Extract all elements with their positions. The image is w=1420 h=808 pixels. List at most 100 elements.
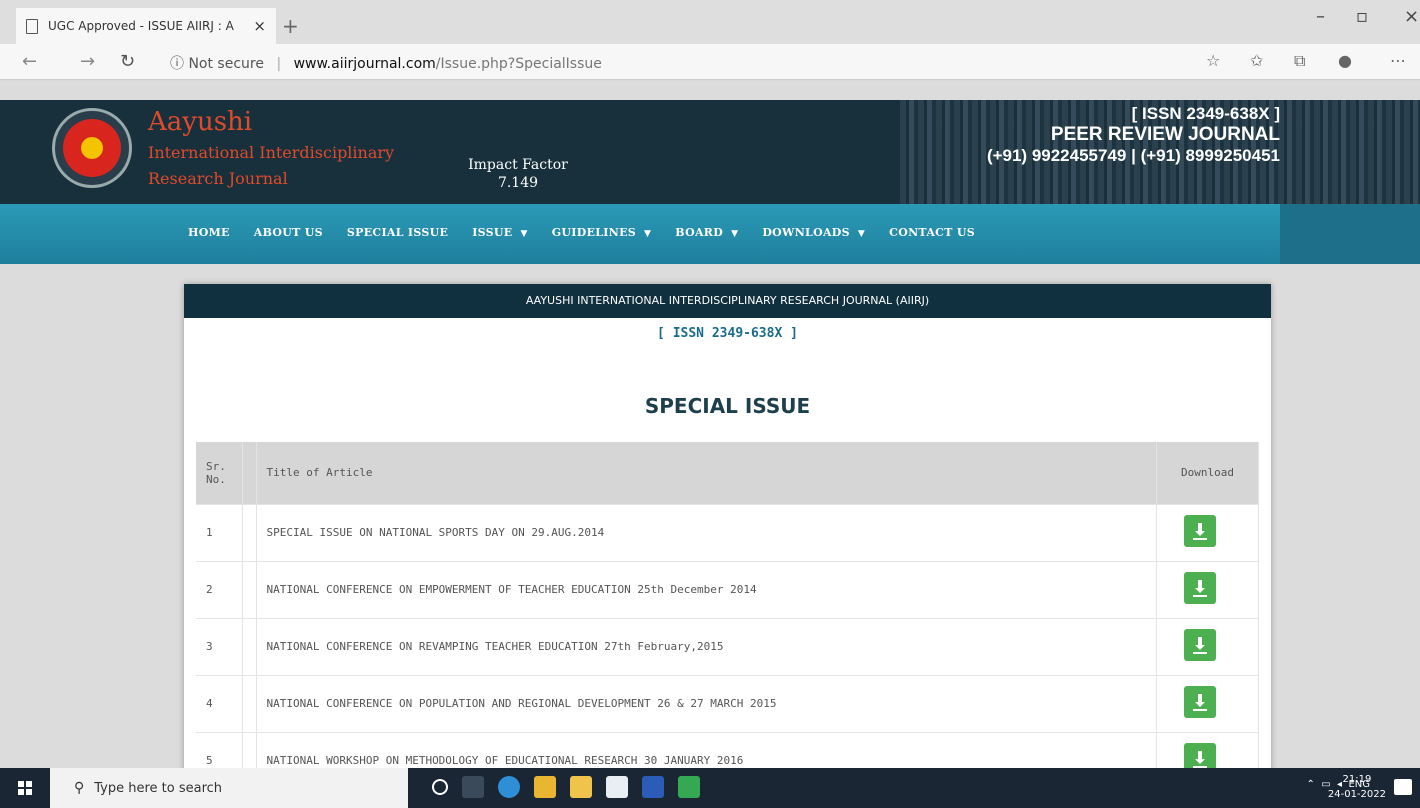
nav-guidelines-label: GUIDELINES (551, 226, 637, 239)
nav-board-label: BOARD (675, 226, 724, 239)
url-host: www.aiirjournal.com (293, 56, 436, 72)
row-download-cell (1156, 560, 1259, 618)
taskbar-search[interactable]: ⚲ Type here to search (50, 768, 408, 808)
task-view-icon[interactable] (462, 776, 484, 798)
nav-special-issue[interactable]: SPECIAL ISSUE (347, 226, 448, 239)
journal-name-bar: AAYUSHI INTERNATIONAL INTERDISCIPLINARY … (184, 284, 1271, 318)
table-row: 5 NATIONAL WORKSHOP ON METHODOLOGY OF ED… (196, 731, 1259, 768)
file-explorer-icon[interactable] (534, 776, 556, 798)
security-label: Not secure (188, 56, 264, 72)
tab-close-button[interactable]: × (253, 17, 266, 35)
row-title: NATIONAL WORKSHOP ON METHODOLOGY OF EDUC… (256, 731, 1157, 768)
tray-chevron-icon[interactable]: ⌃ (1306, 779, 1314, 790)
row-title: NATIONAL CONFERENCE ON EMPOWERMENT OF TE… (256, 560, 1157, 618)
nav-downloads-label: DOWNLOADS (762, 226, 850, 239)
mail-icon[interactable] (606, 776, 628, 798)
row-download-cell (1156, 674, 1259, 732)
new-tab-button[interactable]: + (282, 14, 299, 38)
taskbar-apps (432, 776, 714, 798)
search-icon: ⚲ (74, 780, 85, 796)
favorite-star-icon[interactable]: ☆ (1206, 51, 1220, 70)
header-info: [ ISSN 2349-638X ] PEER REVIEW JOURNAL (… (987, 104, 1280, 166)
clock-date: 24-01-2022 (1327, 789, 1386, 800)
minimize-icon[interactable]: – (1316, 6, 1325, 27)
col-header-download: Download (1156, 442, 1259, 504)
impact-factor-label: Impact Factor (468, 157, 568, 173)
content-issn: [ ISSN 2349-638X ] (657, 326, 798, 341)
windows-start-icon[interactable] (18, 781, 32, 795)
table-row: 2 NATIONAL CONFERENCE ON EMPOWERMENT OF … (196, 560, 1259, 618)
row-title: SPECIAL ISSUE ON NATIONAL SPORTS DAY ON … (256, 503, 1157, 561)
col-header-no: Sr. No. (196, 442, 243, 504)
web-page: Aayushi International Interdisciplinary … (0, 81, 1420, 768)
url-field[interactable]: ⓘ Not secure | www.aiirjournal.com/Issue… (170, 53, 602, 73)
nav-special-issue-label: SPECIAL ISSUE (346, 226, 449, 239)
nav-downloads[interactable]: DOWNLOADS ▼ (762, 226, 865, 239)
download-icon[interactable] (1183, 629, 1216, 661)
taskbar-clock[interactable]: 21:19 24-01-2022 (1328, 772, 1386, 802)
nav-guidelines[interactable]: GUIDELINES ▼ (552, 226, 652, 239)
row-download-cell (1156, 731, 1259, 768)
caret-down-icon: ▼ (520, 229, 528, 239)
row-no: 4 (196, 674, 243, 732)
notifications-icon[interactable] (1394, 779, 1412, 795)
browser-tab-strip: UGC Approved - ISSUE AIIRJ : A × + – ▫ × (0, 0, 1420, 44)
row-no: 3 (196, 617, 243, 675)
site-header: Aayushi International Interdisciplinary … (0, 100, 1420, 204)
browser-tab[interactable]: UGC Approved - ISSUE AIIRJ : A × (16, 8, 276, 44)
row-title: NATIONAL CONFERENCE ON POPULATION AND RE… (256, 674, 1157, 732)
header-issn: [ ISSN 2349-638X ] (1131, 104, 1280, 123)
info-icon[interactable]: ⓘ (170, 56, 184, 72)
row-gap (242, 560, 257, 618)
table-header-row: Sr. No. Title of Article Download (196, 442, 1259, 504)
impact-factor: Impact Factor 7.149 (448, 156, 588, 192)
row-download-cell (1156, 503, 1259, 561)
nav-board[interactable]: BOARD ▼ (675, 226, 738, 239)
nav-about-us[interactable]: ABOUT US (254, 226, 323, 239)
logo-inner (63, 119, 121, 177)
caret-down-icon: ▼ (731, 229, 739, 239)
page-icon (26, 18, 38, 34)
caret-down-icon: ▼ (644, 229, 652, 239)
clock-time: 21:19 (1342, 774, 1372, 785)
nav-menu: HOME ABOUT US SPECIAL ISSUE ISSUE ▼ GUIDE… (188, 226, 999, 239)
store-icon[interactable] (570, 776, 592, 798)
nav-home[interactable]: HOME (188, 226, 230, 239)
download-icon[interactable] (1183, 686, 1216, 718)
impact-factor-value: 7.149 (497, 175, 539, 191)
url-separator: | (276, 56, 282, 72)
nav-issue[interactable]: ISSUE ▼ (472, 226, 528, 239)
col-header-gap (242, 442, 257, 504)
cortana-icon[interactable] (432, 779, 448, 795)
download-icon[interactable] (1183, 515, 1216, 547)
back-icon[interactable]: ← (22, 51, 37, 72)
profile-icon[interactable]: ● (1338, 51, 1352, 70)
download-icon[interactable] (1183, 743, 1216, 768)
col-header-title: Title of Article (256, 442, 1157, 504)
maximize-icon[interactable]: ▫ (1356, 6, 1368, 27)
favorites-icon[interactable]: ✩ (1250, 51, 1263, 70)
row-gap (242, 674, 257, 732)
journal-logo[interactable] (52, 108, 132, 188)
url-path: /Issue.php?SpecialIssue (435, 56, 602, 72)
peer-review-label: PEER REVIEW JOURNAL (1050, 124, 1280, 145)
edge-browser-icon[interactable] (498, 776, 520, 798)
refresh-icon[interactable]: ↻ (120, 51, 135, 72)
table-row: 4 NATIONAL CONFERENCE ON POPULATION AND … (196, 674, 1259, 732)
collections-icon[interactable]: ⧉ (1294, 51, 1305, 71)
nav-contact-us[interactable]: CONTACT US (889, 226, 975, 239)
brand-name: Aayushi (148, 107, 253, 137)
row-no: 2 (196, 560, 243, 618)
table-row: 3 NATIONAL CONFERENCE ON REVAMPING TEACH… (196, 617, 1259, 675)
search-placeholder: Type here to search (94, 780, 223, 796)
more-menu-icon[interactable]: ⋯ (1390, 51, 1406, 70)
forward-icon[interactable]: → (80, 51, 95, 72)
nav-about-us-label: ABOUT US (253, 226, 323, 239)
download-icon[interactable] (1183, 572, 1216, 604)
photos-icon[interactable] (678, 776, 700, 798)
row-gap (242, 731, 257, 768)
logo-mark (81, 137, 103, 159)
close-window-icon[interactable]: × (1404, 6, 1419, 27)
word-icon[interactable] (642, 776, 664, 798)
nav-end-block (1280, 204, 1420, 264)
